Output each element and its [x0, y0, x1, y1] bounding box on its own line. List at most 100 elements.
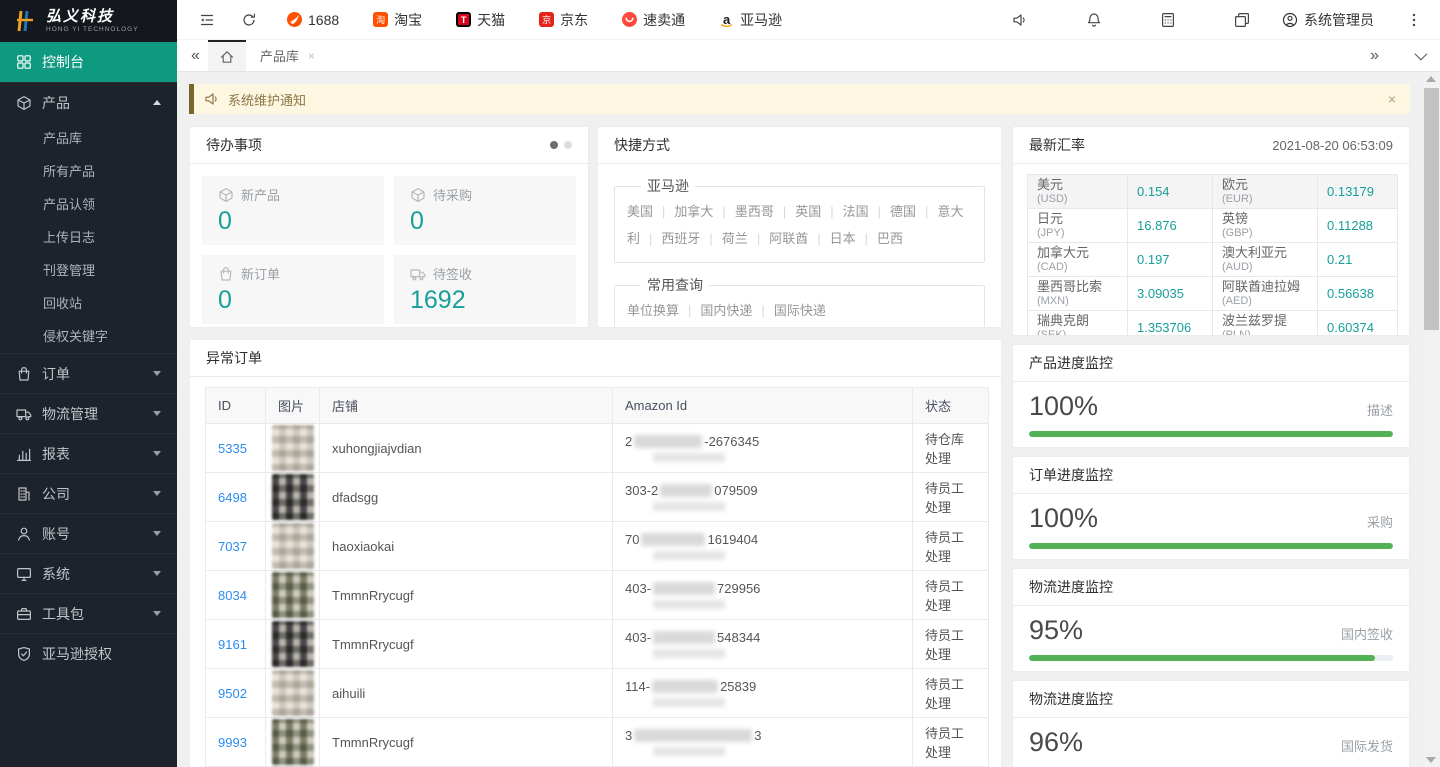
shortcut-link[interactable]: 国际快递: [774, 303, 826, 318]
topbar: 1688 淘淘宝 T天猫 京京东 速卖通 a亚马逊 系统管理员: [177, 0, 1440, 40]
sidebar-subitem-1[interactable]: 所有产品: [0, 155, 177, 188]
todo-tile-label: 待采购: [433, 185, 472, 204]
todo-tile-label: 待签收: [433, 264, 472, 283]
marketplace-link[interactable]: T天猫: [456, 10, 505, 30]
sidebar-item-toolkit[interactable]: 工具包: [0, 593, 177, 633]
shortcut-link[interactable]: 国内快递: [700, 303, 752, 318]
sidebar-item-amazon-auth[interactable]: 亚马逊授权: [0, 633, 177, 673]
chart-icon: [16, 446, 32, 462]
todo-tile[interactable]: 新产品 0: [202, 176, 384, 245]
order-id-link[interactable]: 9993: [218, 735, 247, 750]
bell-icon[interactable]: [1086, 12, 1102, 28]
bag-icon: [218, 266, 234, 282]
sidebar-item-system[interactable]: 系统: [0, 553, 177, 593]
shortcut-link[interactable]: 美国: [627, 204, 653, 219]
sidebar-subitem-2[interactable]: 产品认领: [0, 188, 177, 221]
progress-bar: [1029, 431, 1393, 437]
carousel-dot[interactable]: [564, 141, 572, 149]
shortcut-link[interactable]: 阿联酋: [769, 231, 808, 246]
sidebar-item-label: 系统: [42, 564, 70, 584]
scroll-up-icon[interactable]: [1426, 76, 1436, 82]
tabs-scroll-left-icon[interactable]: «: [183, 47, 208, 65]
marketplace-link-label: 京东: [560, 10, 588, 30]
shortcut-link[interactable]: 西班牙: [661, 231, 700, 246]
sidebar-subitem-4[interactable]: 刊登管理: [0, 254, 177, 287]
sidebar-item-label: 控制台: [42, 52, 84, 72]
todo-tile-value: 0: [218, 286, 368, 315]
sidebar-item-product[interactable]: 产品: [0, 82, 177, 122]
currency-name: 瑞典克朗: [1037, 314, 1118, 329]
shortcut-link[interactable]: 巴西: [877, 231, 903, 246]
todo-tile-label: 新产品: [241, 185, 280, 204]
shortcut-link[interactable]: 英国: [795, 204, 821, 219]
scrollbar[interactable]: [1423, 72, 1440, 767]
order-id-link[interactable]: 8034: [218, 588, 247, 603]
scrollbar-thumb[interactable]: [1424, 88, 1439, 330]
todo-tile[interactable]: 新订单0: [202, 255, 384, 324]
sidebar-item-label: 亚马逊授权: [42, 644, 112, 664]
more-menu-icon[interactable]: [1406, 12, 1422, 28]
notice-close-icon[interactable]: ×: [1388, 91, 1396, 107]
rates-table: 美元(USD)0.154欧元(EUR)0.13179日元(JPY)16.876英…: [1027, 174, 1398, 336]
scroll-down-icon[interactable]: [1426, 757, 1436, 763]
sidebar-item-company[interactable]: 公司: [0, 473, 177, 513]
todo-tile-value: 0: [218, 207, 368, 236]
order-id-link[interactable]: 6498: [218, 490, 247, 505]
calculator-icon[interactable]: [1160, 12, 1176, 28]
order-status: 待员工处理: [913, 620, 989, 669]
user-menu[interactable]: 系统管理员: [1282, 10, 1374, 30]
marketplace-link[interactable]: 速卖通: [622, 10, 685, 30]
order-id-link[interactable]: 7037: [218, 539, 247, 554]
marketplace-link[interactable]: 京京东: [539, 10, 588, 30]
tab-close-icon[interactable]: ×: [308, 49, 315, 63]
redacted-text: [653, 453, 725, 462]
rate-value: 0.56638: [1318, 277, 1398, 311]
sidebar-item-console[interactable]: 控制台: [0, 42, 177, 82]
caret-down-icon: [153, 451, 161, 456]
marketplace-link[interactable]: 1688: [287, 10, 339, 30]
tabs-menu-icon[interactable]: [1415, 48, 1428, 61]
todo-tile[interactable]: 待签收1692: [394, 255, 576, 324]
amazon-icon: a: [719, 12, 734, 27]
amazon-id: 114-25839: [613, 669, 913, 718]
separator: |: [757, 231, 760, 246]
sidebar-subitem-0[interactable]: 产品库: [0, 122, 177, 155]
refresh-icon[interactable]: [241, 12, 257, 28]
sidebar-item-order[interactable]: 订单: [0, 353, 177, 393]
order-id-link[interactable]: 9502: [218, 686, 247, 701]
tabs-scroll-right-icon[interactable]: »: [1362, 47, 1387, 65]
sidebar-item-logistics[interactable]: 物流管理: [0, 393, 177, 433]
currency-code: (AUD): [1222, 261, 1308, 273]
sidebar-item-label: 订单: [42, 364, 70, 384]
redacted-text: [634, 435, 702, 448]
shortcut-link[interactable]: 法国: [843, 204, 869, 219]
marketplace-link[interactable]: a亚马逊: [719, 10, 782, 30]
shortcut-link[interactable]: 日本: [830, 231, 856, 246]
shortcut-link[interactable]: 墨西哥: [735, 204, 774, 219]
speaker-icon[interactable]: [1012, 12, 1028, 28]
shortcut-link[interactable]: 德国: [890, 204, 916, 219]
windows-icon[interactable]: [1234, 12, 1250, 28]
marketplace-link[interactable]: 淘淘宝: [373, 10, 422, 30]
shortcut-link[interactable]: 加拿大: [674, 204, 713, 219]
shortcut-link[interactable]: 单位换算: [627, 303, 679, 318]
rate-value: 0.13179: [1318, 175, 1398, 209]
todo-tile[interactable]: 待采购0: [394, 176, 576, 245]
tab-product-library[interactable]: 产品库 ×: [246, 40, 329, 71]
order-id-link[interactable]: 9161: [218, 637, 247, 652]
carousel-dot-active[interactable]: [550, 141, 558, 149]
sidebar-subitem-3[interactable]: 上传日志: [0, 221, 177, 254]
collapse-sidebar-icon[interactable]: [199, 12, 215, 28]
order-id-link[interactable]: 5335: [218, 441, 247, 456]
redacted-text: [653, 600, 725, 609]
marketplace-link-label: 速卖通: [643, 10, 685, 30]
sidebar-subitem-6[interactable]: 侵权关键字: [0, 320, 177, 353]
tab-home[interactable]: [208, 40, 246, 71]
redacted-text: [652, 680, 718, 693]
rates-timestamp: 2021-08-20 06:53:09: [1272, 138, 1393, 153]
shortcut-link[interactable]: 荷兰: [722, 231, 748, 246]
sidebar-item-account[interactable]: 账号: [0, 513, 177, 553]
sidebar-subitem-5[interactable]: 回收站: [0, 287, 177, 320]
currency-cell: 日元(JPY): [1028, 209, 1128, 243]
sidebar-item-report[interactable]: 报表: [0, 433, 177, 473]
